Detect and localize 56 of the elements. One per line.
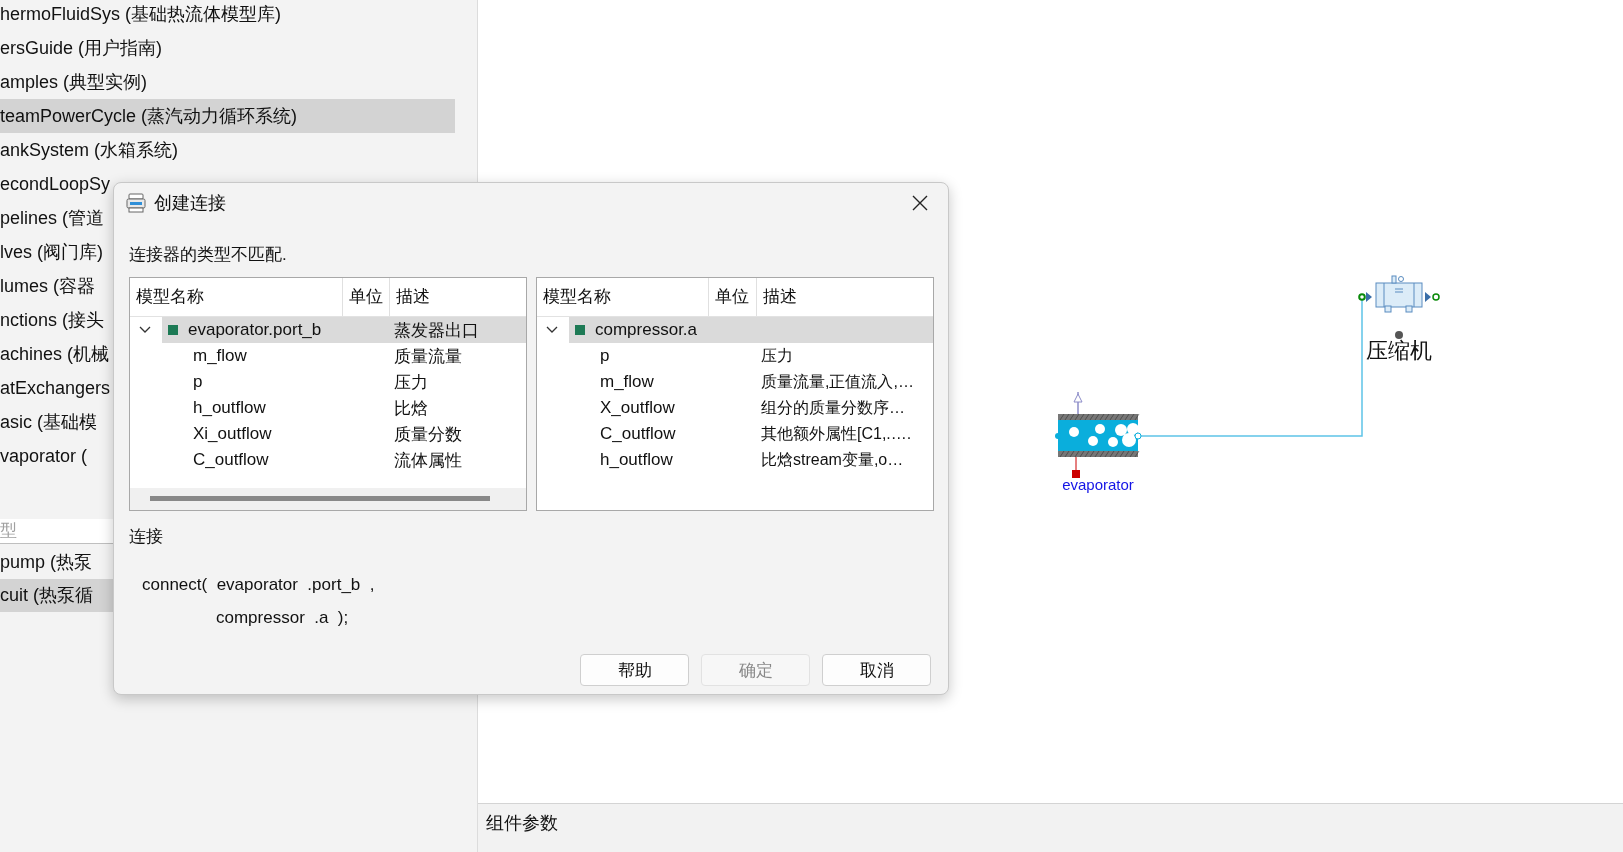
tree-item[interactable]: ersGuide (用户指南): [0, 31, 455, 65]
dialog-title: 创建连接: [154, 192, 227, 215]
tree-cell-text: C_outflow: [192, 450, 270, 470]
tree-item[interactable]: teamPowerCycle (蒸汽动力循环系统): [0, 99, 455, 133]
scrollbar-thumb[interactable]: [150, 496, 490, 501]
tree-row[interactable]: evaporator.port_b 蒸发器出口: [162, 317, 526, 343]
tree-cell-text: 比焓: [394, 397, 428, 420]
tree-cell-text: compressor.a: [595, 320, 699, 340]
tree-table[interactable]: 模型名称 单位 描述 evaporator.port_b 蒸发器出口 m_flow 质量流量 p 压力 h_outflow 比焓 Xi_outflow 质量分数 C_outflow 流体属性: [129, 277, 527, 511]
tree-item[interactable]: amples (典型实例): [0, 65, 455, 99]
tree-item[interactable]: hermoFluidSys (基础热流体模型库): [0, 0, 455, 31]
column-header[interactable]: 单位: [343, 278, 390, 316]
scrollbar[interactable]: [130, 488, 526, 510]
column-header[interactable]: 模型名称: [130, 278, 343, 316]
tree-cell-text: 质量流量: [394, 345, 462, 368]
tree-item[interactable]: ankSystem (水箱系统): [0, 133, 455, 167]
dialog-button[interactable]: 帮助: [580, 654, 689, 686]
tree-cell-text: 比焓stream变量,o…: [761, 449, 904, 470]
tree-cell-text: h_outflow: [599, 450, 674, 470]
evaporator-drawing[interactable]: [1055, 391, 1142, 478]
tree-table[interactable]: 模型名称 单位 描述 compressor.a p 压力 m_flow 质量流量,正值流入,… X_outflow 组分的质量分数序… C_outflow 其他额外属性[C1,.…. h_outflow 比焓stream变量,o…: [536, 277, 934, 511]
panel-title: 组件参数: [486, 812, 558, 835]
square-icon: [575, 325, 585, 335]
tree-cell-text: 蒸发器出口: [394, 319, 479, 342]
tree-cell-text: p: [192, 372, 204, 392]
tree-row[interactable]: compressor.a: [569, 317, 933, 343]
column-header[interactable]: 单位: [709, 278, 757, 316]
tree-cell-text: C_outflow: [599, 424, 677, 444]
tree-cell-text: p: [599, 346, 611, 366]
dialog-icon: [125, 192, 147, 214]
tree-cell-text: evaporator.port_b: [188, 320, 323, 340]
tree-cell-text: 组分的质量分数序…: [761, 397, 905, 418]
square-icon: [168, 325, 178, 335]
tree-cell-text: h_outflow: [192, 398, 267, 418]
component-label: evaporator: [1062, 476, 1134, 493]
component-label: 压缩机: [1366, 338, 1432, 363]
tree-cell-text: 压力: [394, 371, 428, 394]
tree-cell-text: 流体属性: [394, 449, 462, 472]
tree-cell-text: m_flow: [192, 346, 248, 366]
dialog-button[interactable]: 取消: [822, 654, 931, 686]
code-line: compressor .a );: [215, 607, 350, 629]
dialog-message: 连接器的类型不匹配.: [129, 244, 288, 266]
tree-cell-text: Xi_outflow: [192, 424, 273, 444]
tree-cell-text: m_flow: [599, 372, 655, 392]
column-header[interactable]: 描述: [757, 278, 933, 316]
tree-cell-text: X_outflow: [599, 398, 676, 418]
tree-cell-text: 其他额外属性[C1,.….: [761, 423, 912, 444]
section-label: 连接: [129, 526, 164, 548]
tree-cell-text: 质量分数: [394, 423, 462, 446]
close-icon: [912, 195, 928, 211]
tree-cell-text: 质量流量,正值流入,…: [761, 371, 914, 392]
tree-cell-text: 压力: [761, 345, 793, 366]
column-header[interactable]: 模型名称: [537, 278, 709, 316]
compressor-drawing[interactable]: [1358, 275, 1440, 339]
column-header[interactable]: 描述: [390, 278, 526, 316]
code-line: connect( evaporator .port_b ,: [142, 574, 376, 596]
